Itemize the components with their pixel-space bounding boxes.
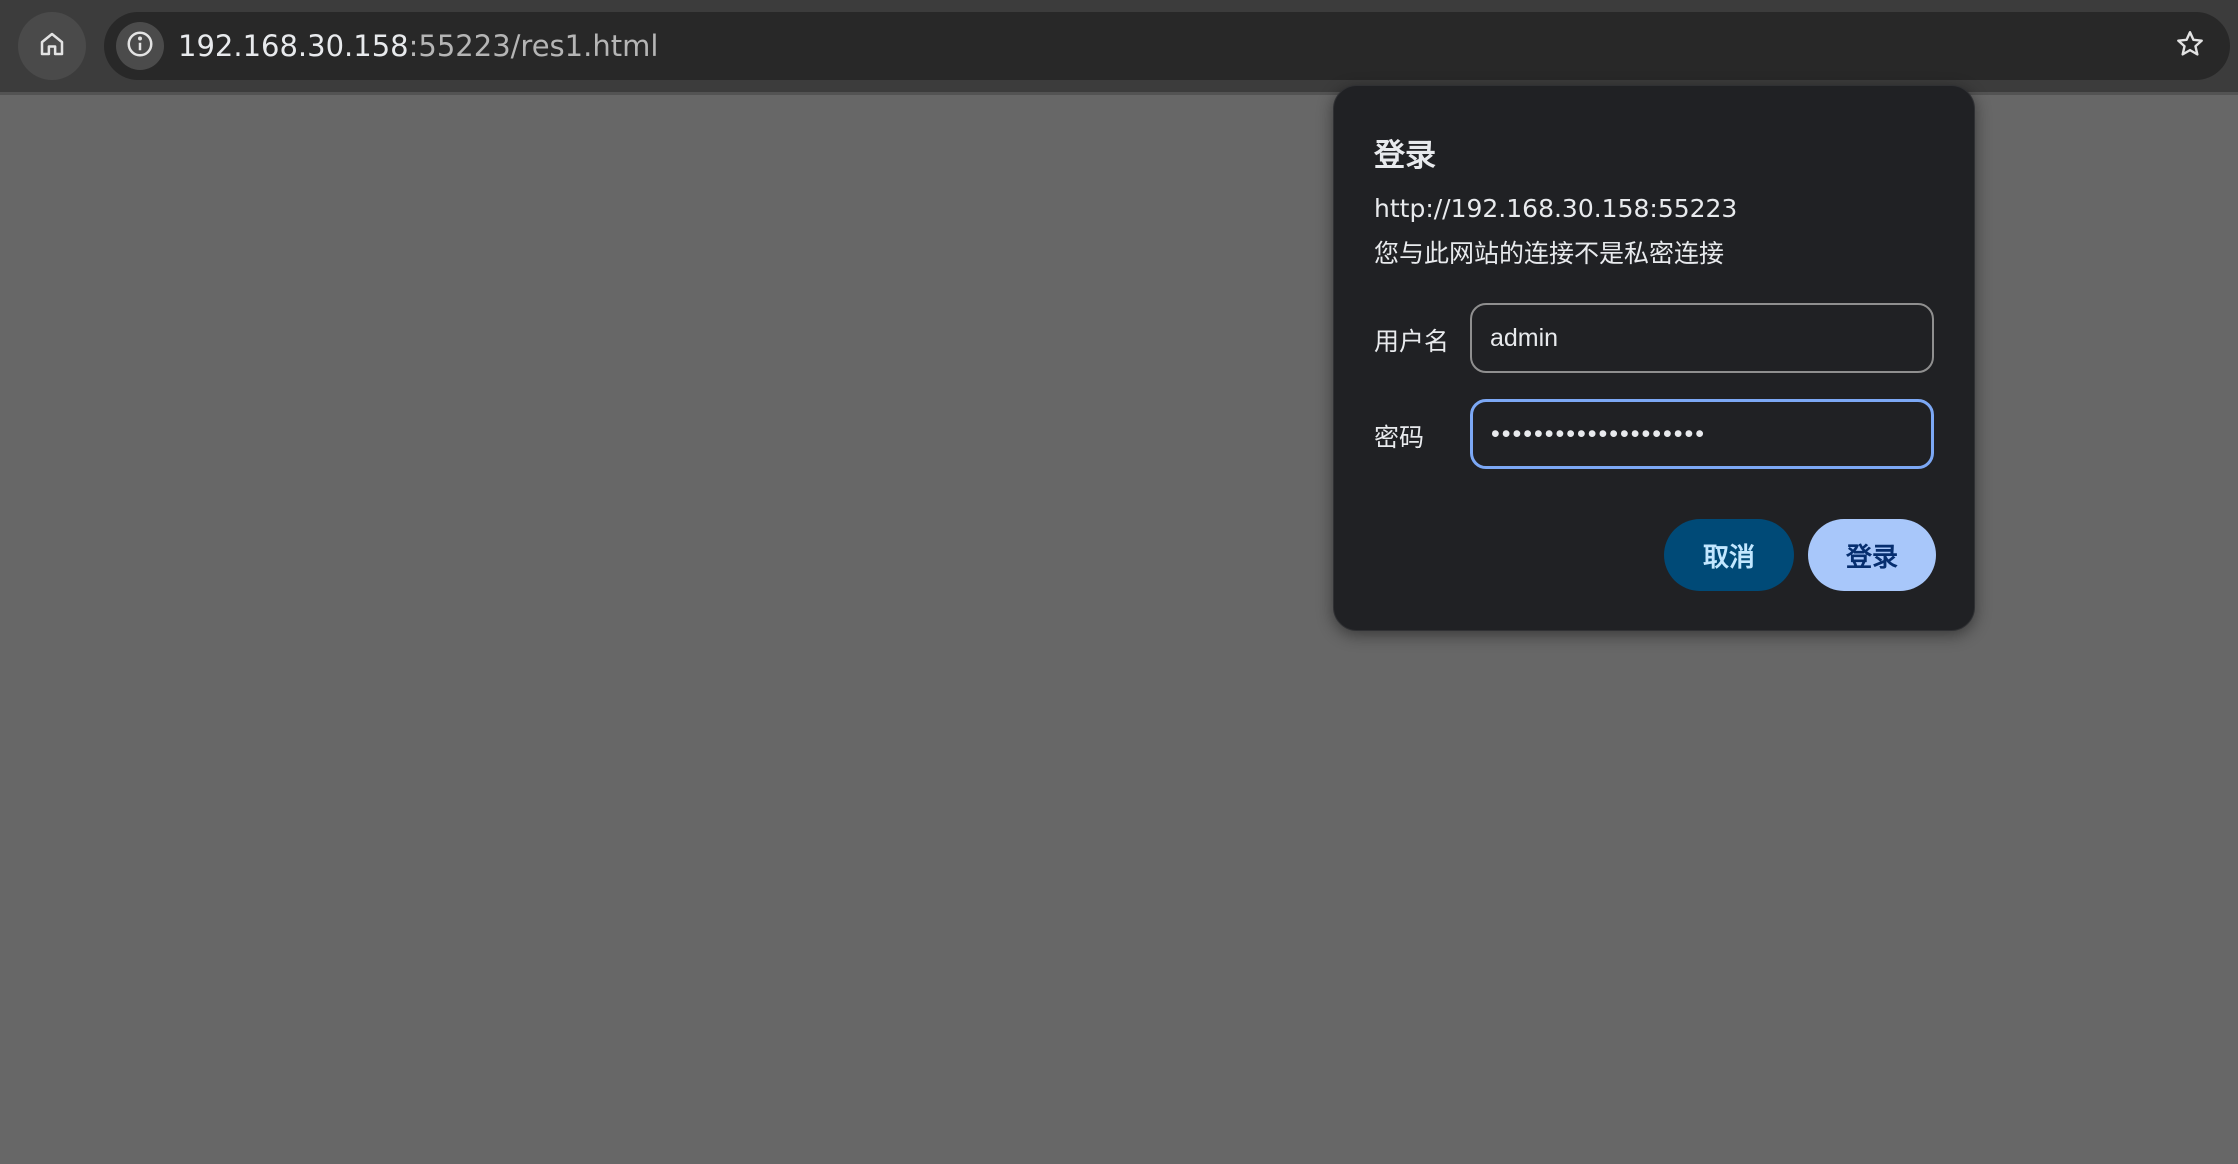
username-field[interactable] xyxy=(1470,303,1934,373)
password-field[interactable] xyxy=(1470,399,1934,469)
password-label: 密码 xyxy=(1374,423,1425,452)
bookmark-button[interactable] xyxy=(2166,22,2214,70)
dialog-origin: http://192.168.30.158:55223 xyxy=(1374,194,1738,223)
url-text[interactable]: 192.168.30.158:55223/res1.html xyxy=(178,12,658,80)
star-icon xyxy=(2174,28,2206,64)
username-label: 用户名 xyxy=(1374,327,1450,356)
connection-warning: 您与此网站的连接不是私密连接 xyxy=(1374,239,1725,268)
browser-toolbar: 192.168.30.158:55223/res1.html xyxy=(0,0,2238,92)
info-icon xyxy=(125,29,155,63)
login-dialog: 登录 http://192.168.30.158:55223 您与此网站的连接不… xyxy=(1333,85,1975,631)
home-icon xyxy=(37,29,67,63)
url-path: :55223/res1.html xyxy=(408,29,659,63)
url-host: 192.168.30.158 xyxy=(178,29,409,63)
address-bar[interactable]: 192.168.30.158:55223/res1.html xyxy=(104,12,2230,80)
site-info-button[interactable] xyxy=(116,22,164,70)
login-button[interactable]: 登录 xyxy=(1808,519,1936,591)
home-button[interactable] xyxy=(18,12,86,80)
dialog-title: 登录 xyxy=(1374,138,1436,174)
cancel-button[interactable]: 取消 xyxy=(1664,519,1794,591)
